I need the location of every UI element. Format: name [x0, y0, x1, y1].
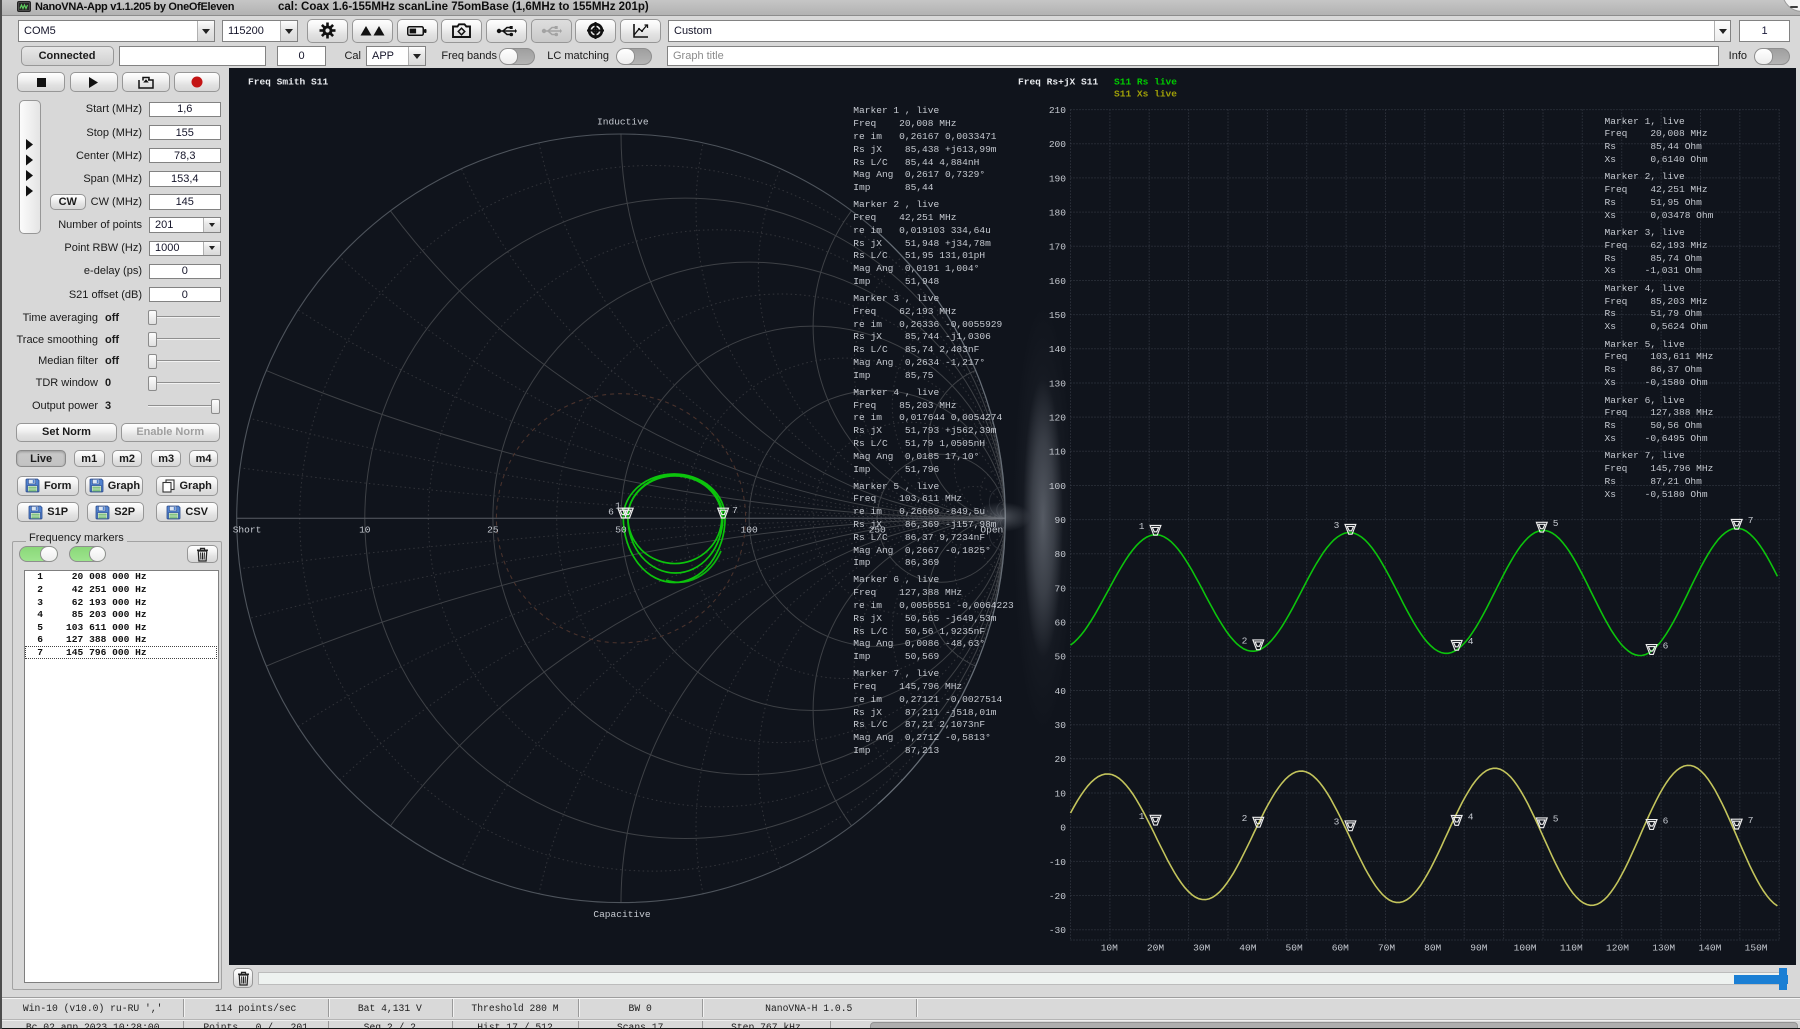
- svg-text:4: 4: [1468, 811, 1474, 822]
- svg-text:50: 50: [615, 524, 627, 535]
- svg-text:40M: 40M: [1239, 943, 1256, 954]
- svg-text:7: 7: [732, 505, 738, 516]
- svg-text:90M: 90M: [1470, 943, 1487, 954]
- svg-text:6: 6: [608, 507, 614, 518]
- svg-text:-20: -20: [1049, 891, 1066, 902]
- svg-text:6: 6: [1663, 640, 1669, 651]
- svg-text:3: 3: [1334, 817, 1340, 828]
- svg-text:Freq Smith S11: Freq Smith S11: [248, 77, 328, 88]
- svg-text:-30: -30: [1049, 925, 1066, 936]
- svg-text:180: 180: [1049, 208, 1066, 219]
- svg-text:Inductive: Inductive: [597, 117, 649, 128]
- svg-text:5: 5: [1553, 814, 1559, 825]
- svg-text:Short: Short: [233, 524, 262, 535]
- svg-text:190: 190: [1049, 173, 1066, 184]
- svg-text:30M: 30M: [1193, 943, 1210, 954]
- svg-text:200: 200: [1049, 139, 1066, 150]
- svg-text:40: 40: [1055, 686, 1067, 697]
- svg-text:80: 80: [1055, 549, 1067, 560]
- svg-text:1: 1: [1139, 521, 1145, 532]
- svg-text:10: 10: [1055, 788, 1067, 799]
- svg-text:170: 170: [1049, 242, 1066, 253]
- svg-text:160: 160: [1049, 276, 1066, 287]
- svg-text:10: 10: [359, 524, 371, 535]
- svg-text:60M: 60M: [1332, 943, 1349, 954]
- svg-text:25: 25: [487, 524, 499, 535]
- svg-text:Capacitive: Capacitive: [593, 909, 651, 920]
- svg-text:60: 60: [1055, 618, 1067, 629]
- svg-text:S11 Rs live: S11 Rs live: [1114, 77, 1177, 88]
- svg-text:100M: 100M: [1514, 943, 1537, 954]
- svg-text:10M: 10M: [1101, 943, 1118, 954]
- svg-text:100: 100: [1049, 481, 1066, 492]
- svg-text:20: 20: [1055, 754, 1067, 765]
- svg-text:3: 3: [1334, 520, 1340, 531]
- svg-text:70: 70: [1055, 583, 1067, 594]
- svg-text:Freq Rs+jX S11: Freq Rs+jX S11: [1018, 77, 1098, 88]
- svg-text:210: 210: [1049, 105, 1066, 116]
- svg-text:130: 130: [1049, 378, 1066, 389]
- svg-text:0: 0: [1060, 823, 1066, 834]
- svg-text:140: 140: [1049, 344, 1066, 355]
- svg-text:80M: 80M: [1424, 943, 1441, 954]
- svg-text:150: 150: [1049, 310, 1066, 321]
- svg-text:120: 120: [1049, 413, 1066, 424]
- svg-text:-10: -10: [1049, 857, 1066, 868]
- svg-text:90: 90: [1055, 515, 1067, 526]
- svg-text:4: 4: [1468, 636, 1474, 647]
- svg-text:50M: 50M: [1286, 943, 1303, 954]
- svg-text:7: 7: [1748, 515, 1754, 526]
- svg-text:100: 100: [741, 524, 758, 535]
- svg-text:2: 2: [1242, 813, 1248, 824]
- svg-text:1: 1: [615, 501, 621, 512]
- svg-text:7: 7: [1748, 815, 1754, 826]
- svg-text:140M: 140M: [1698, 943, 1721, 954]
- svg-text:110M: 110M: [1560, 943, 1583, 954]
- svg-text:110: 110: [1049, 447, 1066, 458]
- svg-text:20M: 20M: [1147, 943, 1164, 954]
- svg-text:1: 1: [1139, 811, 1145, 822]
- svg-text:150M: 150M: [1745, 943, 1768, 954]
- svg-text:S11 Xs live: S11 Xs live: [1114, 89, 1177, 100]
- svg-text:30: 30: [1055, 720, 1067, 731]
- svg-text:6: 6: [1663, 815, 1669, 826]
- svg-text:5: 5: [1553, 518, 1559, 529]
- svg-text:70M: 70M: [1378, 943, 1395, 954]
- svg-text:130M: 130M: [1652, 943, 1675, 954]
- svg-text:2: 2: [1242, 636, 1248, 647]
- svg-text:120M: 120M: [1606, 943, 1629, 954]
- svg-text:50: 50: [1055, 652, 1067, 663]
